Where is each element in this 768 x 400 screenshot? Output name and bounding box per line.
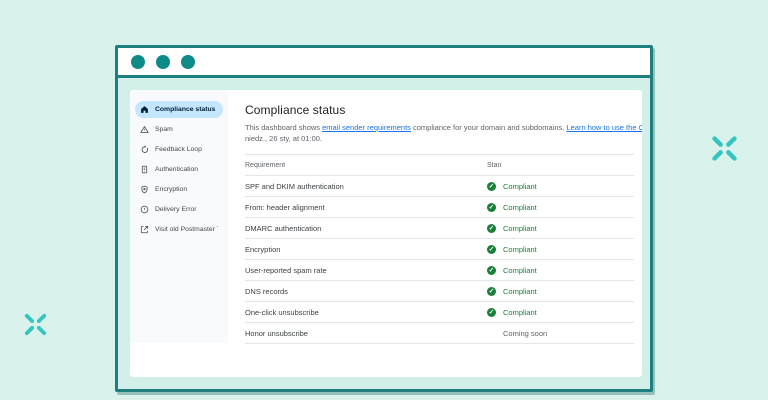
browser-viewport: Compliance status Spam Feedback Loop Authen… <box>118 90 650 389</box>
window-control-dot[interactable] <box>131 55 145 69</box>
column-header-status: Stan <box>487 162 501 169</box>
compliant-check-icon: ✓ <box>487 203 496 212</box>
status-text: Compliant <box>503 308 537 317</box>
browser-window: Compliance status Spam Feedback Loop Authen… <box>115 45 653 392</box>
status-text: Compliant <box>503 245 537 254</box>
requirement-label: User-reported spam rate <box>245 266 487 275</box>
compliant-check-icon: ✓ <box>487 266 496 275</box>
sidebar-item-label: Visit old Postmaster Tools <box>155 226 218 233</box>
sparkle-icon <box>22 311 49 338</box>
column-header-requirement: Requirement <box>245 162 487 169</box>
status-text: Coming soon <box>487 329 547 338</box>
status-text: Compliant <box>503 266 537 275</box>
status-text: Compliant <box>503 182 537 191</box>
description-text: This dashboard shows <box>245 123 322 132</box>
compliance-table: Requirement Stan SPF and DKIM authentica… <box>245 154 634 344</box>
sidebar-nav: Compliance status Spam Feedback Loop Authen… <box>130 90 228 343</box>
home-icon <box>140 105 149 114</box>
dashboard-description: This dashboard shows email sender requir… <box>245 122 642 144</box>
status-text: Compliant <box>503 287 537 296</box>
page-title: Compliance status <box>245 103 642 117</box>
window-control-dot[interactable] <box>181 55 195 69</box>
status-cell: ✓ Compliant <box>487 308 537 317</box>
sidebar-item-visit-old-postmaster-tools[interactable]: Visit old Postmaster Tools <box>135 221 223 238</box>
sidebar-item-compliance-status[interactable]: Compliance status <box>135 101 223 118</box>
browser-titlebar <box>118 48 650 78</box>
description-text: compliance for your domain and subdomain… <box>411 123 567 132</box>
dashboard-panel: Compliance status Spam Feedback Loop Authen… <box>130 90 642 377</box>
table-row: Honor unsubscribeComing soon <box>245 322 634 343</box>
authentication-icon <box>140 165 149 174</box>
shield-icon <box>140 185 149 194</box>
sidebar-item-delivery-error[interactable]: Delivery Error <box>135 201 223 218</box>
sparkle-icon <box>709 133 740 164</box>
window-control-dot[interactable] <box>156 55 170 69</box>
sidebar-item-label: Authentication <box>155 166 198 173</box>
sidebar-item-label: Compliance status <box>155 106 215 113</box>
sidebar-item-authentication[interactable]: Authentication <box>135 161 223 178</box>
email-sender-requirements-link[interactable]: email sender requirements <box>322 123 411 132</box>
error-icon <box>140 205 149 214</box>
table-header-row: Requirement Stan <box>245 154 634 175</box>
requirement-label: SPF and DKIM authentication <box>245 182 487 191</box>
compliant-check-icon: ✓ <box>487 308 496 317</box>
requirement-label: Honor unsubscribe <box>245 329 487 338</box>
sidebar-item-label: Spam <box>155 126 173 133</box>
compliance-table-body: SPF and DKIM authentication✓CompliantFro… <box>245 175 634 343</box>
requirement-label: From: header alignment <box>245 203 487 212</box>
sidebar-item-label: Encryption <box>155 186 187 193</box>
status-cell: ✓ Compliant <box>487 224 537 233</box>
sidebar-item-label: Feedback Loop <box>155 146 202 153</box>
status-cell: Coming soon <box>487 329 547 338</box>
table-row: User-reported spam rate✓ Compliant <box>245 259 634 280</box>
warning-icon <box>140 125 149 134</box>
status-text: Compliant <box>503 224 537 233</box>
requirement-label: DMARC authentication <box>245 224 487 233</box>
requirement-label: One-click unsubscribe <box>245 308 487 317</box>
compliant-check-icon: ✓ <box>487 287 496 296</box>
status-cell: ✓ Compliant <box>487 182 537 191</box>
sidebar-item-label: Delivery Error <box>155 206 197 213</box>
status-cell: ✓ Compliant <box>487 203 537 212</box>
table-row: One-click unsubscribe✓ Compliant <box>245 301 634 322</box>
status-cell: ✓ Compliant <box>487 287 537 296</box>
status-text: Compliant <box>503 203 537 212</box>
compliant-check-icon: ✓ <box>487 182 496 191</box>
status-cell: ✓ Compliant <box>487 245 537 254</box>
sidebar-item-feedback-loop[interactable]: Feedback Loop <box>135 141 223 158</box>
table-row: DNS records✓ Compliant <box>245 280 634 301</box>
external-link-icon <box>140 225 149 234</box>
compliant-check-icon: ✓ <box>487 224 496 233</box>
compliant-check-icon: ✓ <box>487 245 496 254</box>
requirement-label: DNS records <box>245 287 487 296</box>
status-cell: ✓ Compliant <box>487 266 537 275</box>
sidebar-item-encryption[interactable]: Encryption <box>135 181 223 198</box>
table-row: From: header alignment✓ Compliant <box>245 196 634 217</box>
table-row: SPF and DKIM authentication✓ Compliant <box>245 175 634 196</box>
table-row: DMARC authentication✓ Compliant <box>245 217 634 238</box>
sidebar-item-spam[interactable]: Spam <box>135 121 223 138</box>
compliance-dashboard-help-link[interactable]: Learn how to use the Compliance Status d… <box>566 123 642 132</box>
table-row: Encryption✓ Compliant <box>245 238 634 259</box>
main-content: Compliance status This dashboard shows e… <box>228 90 642 377</box>
requirement-label: Encryption <box>245 245 487 254</box>
loop-icon <box>140 145 149 154</box>
